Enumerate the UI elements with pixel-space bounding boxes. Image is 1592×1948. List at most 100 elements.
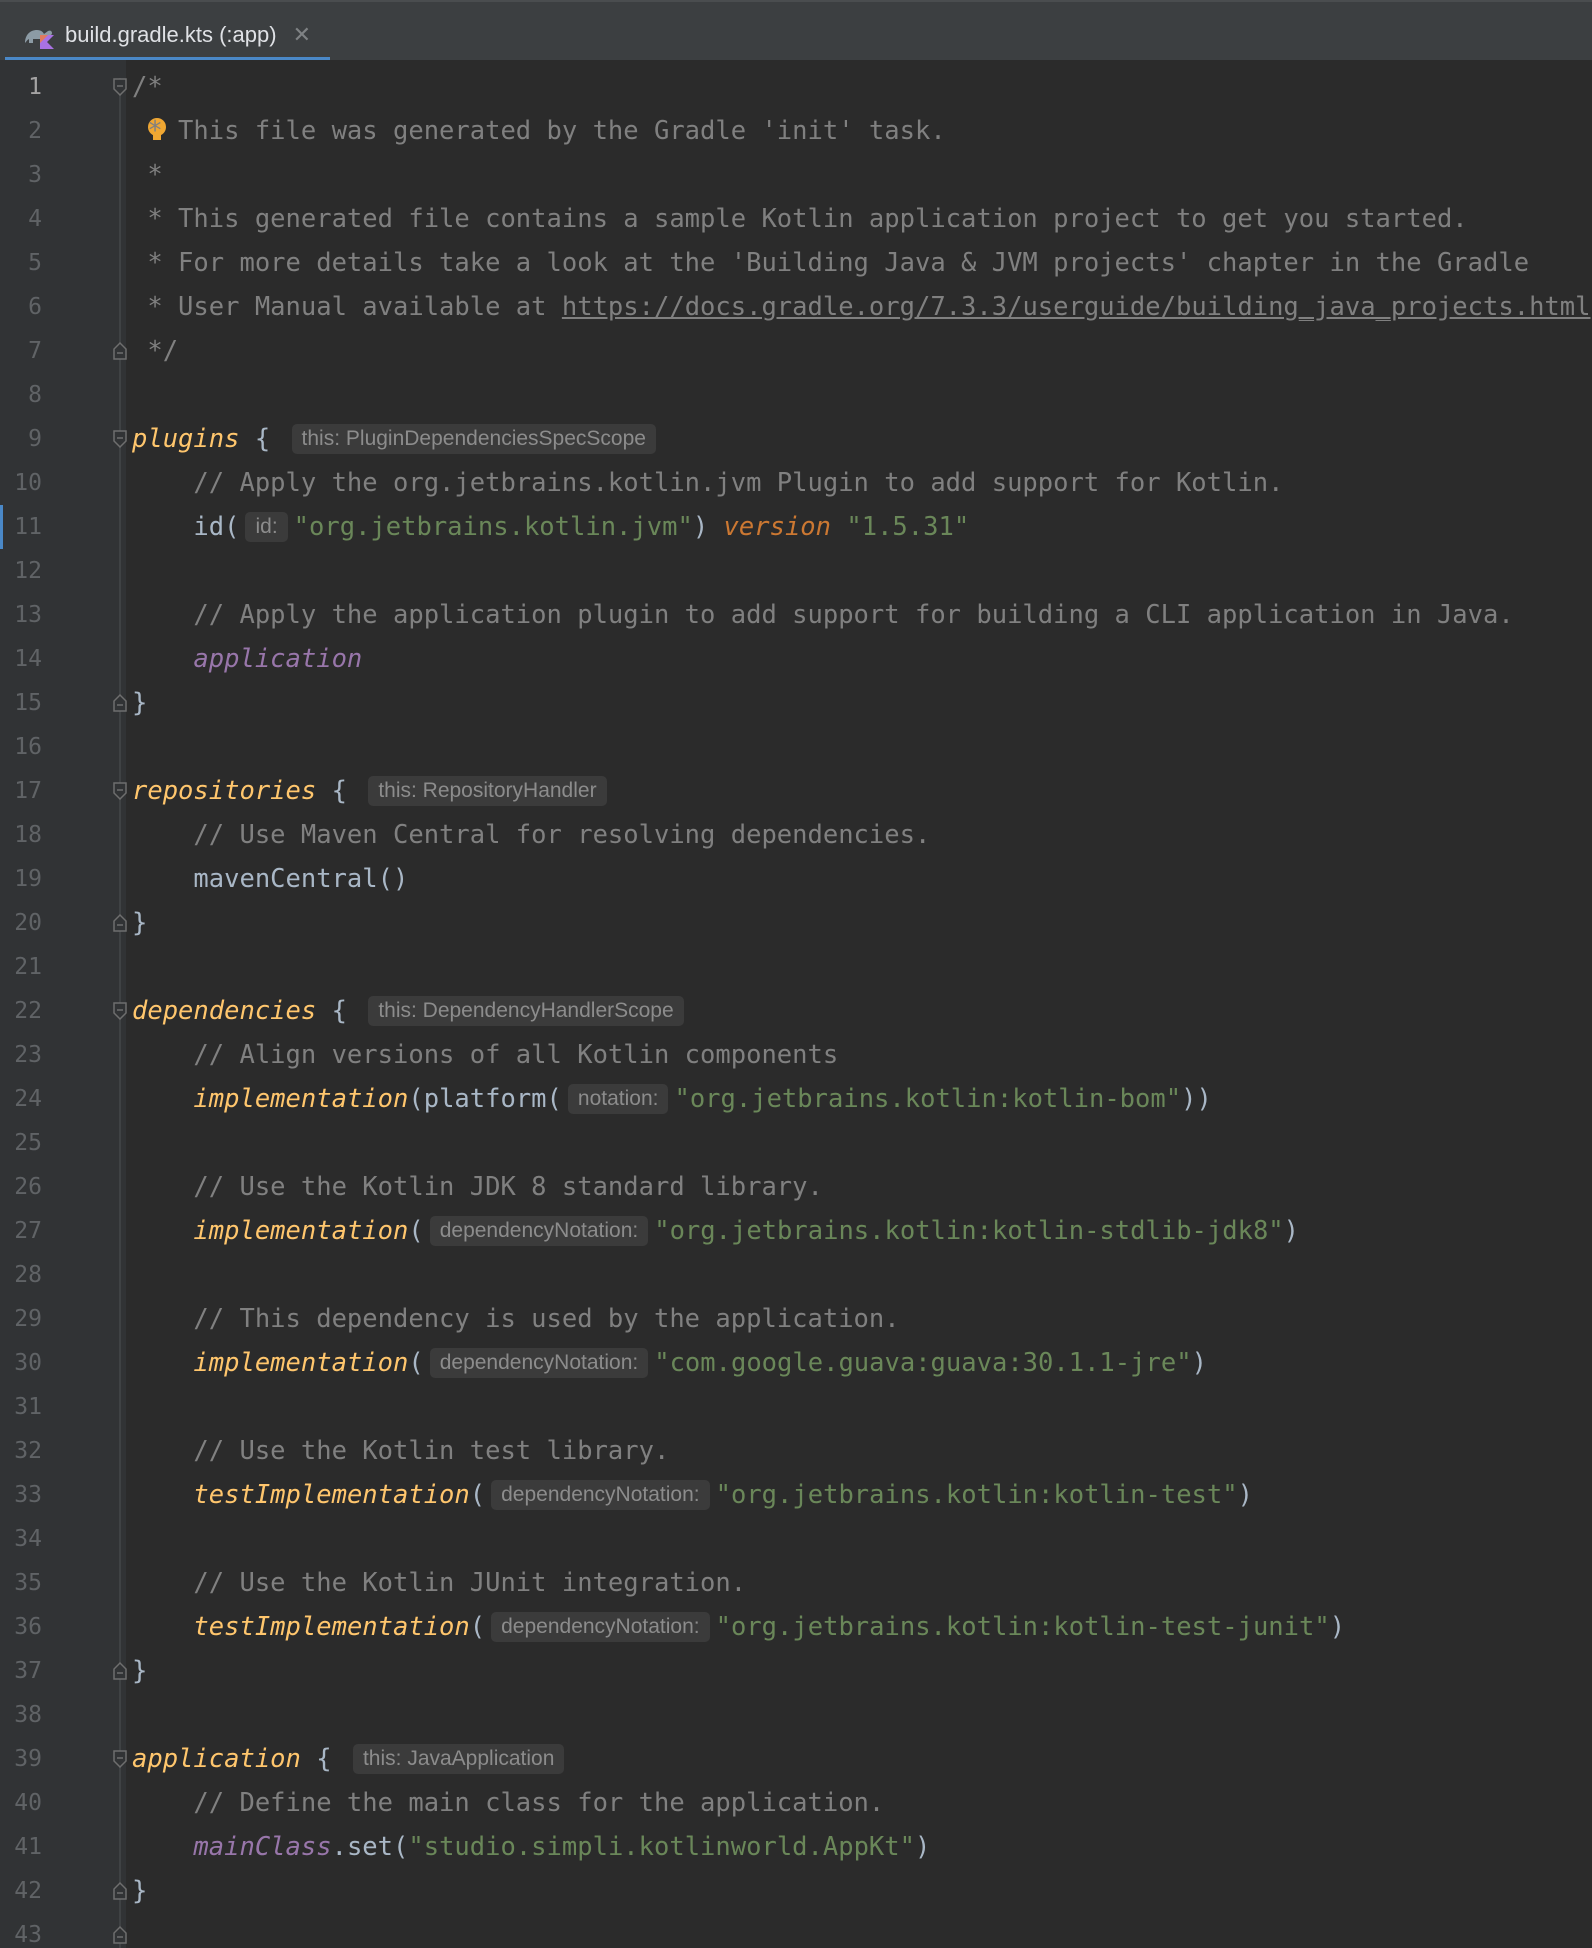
line-number[interactable]: 1 <box>0 65 42 109</box>
code-line[interactable]: 31 <box>0 1385 1592 1429</box>
code-text[interactable]: // Apply the application plugin to add s… <box>132 593 1513 637</box>
code-text[interactable]: application <box>132 637 362 681</box>
code-line[interactable]: 15} <box>0 681 1592 725</box>
code-line[interactable]: 19 mavenCentral() <box>0 857 1592 901</box>
code-line[interactable]: 30 implementation(dependencyNotation: "co… <box>0 1341 1592 1385</box>
line-number[interactable]: 22 <box>0 989 42 1033</box>
code-line[interactable]: 43 <box>0 1913 1592 1948</box>
code-text[interactable]: } <box>132 1869 147 1913</box>
line-number[interactable]: 15 <box>0 681 42 725</box>
line-number[interactable]: 34 <box>0 1517 42 1561</box>
code-text[interactable]: // Use Maven Central for resolving depen… <box>132 813 930 857</box>
code-text[interactable]: } <box>132 901 147 945</box>
code-text[interactable]: // Use the Kotlin JUnit integration. <box>132 1561 746 1605</box>
code-text[interactable]: implementation(dependencyNotation: "com.g… <box>132 1341 1207 1385</box>
line-number[interactable]: 3 <box>0 153 42 197</box>
code-line[interactable]: 24 implementation(platform(notation: "org… <box>0 1077 1592 1121</box>
line-number[interactable]: 9 <box>0 417 42 461</box>
code-line[interactable]: 39 application { this: JavaApplication <box>0 1737 1592 1781</box>
code-text[interactable]: testImplementation(dependencyNotation: "o… <box>132 1473 1253 1517</box>
line-number[interactable]: 11 <box>0 505 42 549</box>
fold-collapse-icon[interactable] <box>112 77 128 97</box>
code-text[interactable]: id(id: "org.jetbrains.kotlin.jvm") versio… <box>132 505 969 549</box>
code-line[interactable]: 20} <box>0 901 1592 945</box>
fold-collapse-icon[interactable] <box>112 781 128 801</box>
code-text[interactable]: * This file was generated by the Gradle … <box>132 109 945 153</box>
line-number[interactable]: 24 <box>0 1077 42 1121</box>
line-number[interactable]: 26 <box>0 1165 42 1209</box>
code-text[interactable]: repositories { this: RepositoryHandler <box>132 769 613 813</box>
close-icon[interactable]: ✕ <box>293 23 311 48</box>
code-line[interactable]: 5 * For more details take a look at the … <box>0 241 1592 285</box>
code-text[interactable]: testImplementation(dependencyNotation: "o… <box>132 1605 1345 1649</box>
line-number[interactable]: 10 <box>0 461 42 505</box>
code-line[interactable]: 2 * This file was generated by the Gradl… <box>0 109 1592 153</box>
code-text[interactable]: // Apply the org.jetbrains.kotlin.jvm Pl… <box>132 461 1283 505</box>
code-line[interactable]: 35 // Use the Kotlin JUnit integration. <box>0 1561 1592 1605</box>
code-line[interactable]: 21 <box>0 945 1592 989</box>
line-number[interactable]: 12 <box>0 549 42 593</box>
code-text[interactable]: implementation(dependencyNotation: "org.j… <box>132 1209 1299 1253</box>
code-text[interactable]: * This generated file contains a sample … <box>132 197 1467 241</box>
fold-collapse-icon[interactable] <box>112 429 128 449</box>
code-line[interactable]: 22 dependencies { this: DependencyHandler… <box>0 989 1592 1033</box>
code-line[interactable]: 6 * User Manual available at https://doc… <box>0 285 1592 329</box>
fold-end-icon[interactable] <box>112 913 128 933</box>
fold-end-icon[interactable] <box>112 1925 128 1945</box>
fold-collapse-icon[interactable] <box>112 1001 128 1021</box>
code-text[interactable]: */ <box>132 329 178 373</box>
line-number[interactable]: 28 <box>0 1253 42 1297</box>
code-line[interactable]: 1 /* <box>0 65 1592 109</box>
line-number[interactable]: 2 <box>0 109 42 153</box>
fold-end-icon[interactable] <box>112 1661 128 1681</box>
code-line[interactable]: 34 <box>0 1517 1592 1561</box>
code-text[interactable]: // Use the Kotlin JDK 8 standard library… <box>132 1165 822 1209</box>
line-number[interactable]: 31 <box>0 1385 42 1429</box>
code-line[interactable]: 38 <box>0 1693 1592 1737</box>
line-number[interactable]: 7 <box>0 329 42 373</box>
code-line[interactable]: 42} <box>0 1869 1592 1913</box>
code-text[interactable]: * User Manual available at https://docs.… <box>132 285 1590 329</box>
line-number[interactable]: 39 <box>0 1737 42 1781</box>
line-number[interactable]: 36 <box>0 1605 42 1649</box>
line-number[interactable]: 33 <box>0 1473 42 1517</box>
line-number[interactable]: 13 <box>0 593 42 637</box>
line-number[interactable]: 23 <box>0 1033 42 1077</box>
line-number[interactable]: 37 <box>0 1649 42 1693</box>
code-line[interactable]: 7 */ <box>0 329 1592 373</box>
line-number[interactable]: 29 <box>0 1297 42 1341</box>
code-text[interactable]: mavenCentral() <box>132 857 408 901</box>
code-line[interactable]: 3 * <box>0 153 1592 197</box>
line-number[interactable]: 18 <box>0 813 42 857</box>
code-text[interactable]: implementation(platform(notation: "org.je… <box>132 1077 1212 1121</box>
code-line[interactable]: 23 // Align versions of all Kotlin compo… <box>0 1033 1592 1077</box>
line-number[interactable]: 35 <box>0 1561 42 1605</box>
fold-end-icon[interactable] <box>112 693 128 713</box>
code-line[interactable]: 29 // This dependency is used by the app… <box>0 1297 1592 1341</box>
line-number[interactable]: 16 <box>0 725 42 769</box>
code-line[interactable]: 37} <box>0 1649 1592 1693</box>
line-number[interactable]: 8 <box>0 373 42 417</box>
code-text[interactable]: * For more details take a look at the 'B… <box>132 241 1529 285</box>
code-text[interactable]: dependencies { this: DependencyHandlerSc… <box>132 989 690 1033</box>
code-text[interactable]: plugins { this: PluginDependenciesSpecSc… <box>132 417 662 461</box>
line-number[interactable]: 40 <box>0 1781 42 1825</box>
code-line[interactable]: 28 <box>0 1253 1592 1297</box>
line-number[interactable]: 5 <box>0 241 42 285</box>
code-line[interactable]: 26 // Use the Kotlin JDK 8 standard libr… <box>0 1165 1592 1209</box>
line-number[interactable]: 27 <box>0 1209 42 1253</box>
line-number[interactable]: 19 <box>0 857 42 901</box>
line-number[interactable]: 20 <box>0 901 42 945</box>
line-number[interactable]: 42 <box>0 1869 42 1913</box>
tab-build-gradle-kts[interactable]: build.gradle.kts (:app) ✕ <box>5 8 330 62</box>
code-editor[interactable]: 1 /* 2 * This file was generated by the Gr… <box>0 60 1592 1948</box>
code-line[interactable]: 8 <box>0 373 1592 417</box>
line-number[interactable]: 6 <box>0 285 42 329</box>
code-line[interactable]: 25 <box>0 1121 1592 1165</box>
code-text[interactable]: * <box>132 153 162 197</box>
code-line[interactable]: 17 repositories { this: RepositoryHandler <box>0 769 1592 813</box>
code-line[interactable]: 36 testImplementation(dependencyNotation… <box>0 1605 1592 1649</box>
line-number[interactable]: 4 <box>0 197 42 241</box>
code-text[interactable]: } <box>132 681 147 725</box>
code-line[interactable]: 13 // Apply the application plugin to ad… <box>0 593 1592 637</box>
